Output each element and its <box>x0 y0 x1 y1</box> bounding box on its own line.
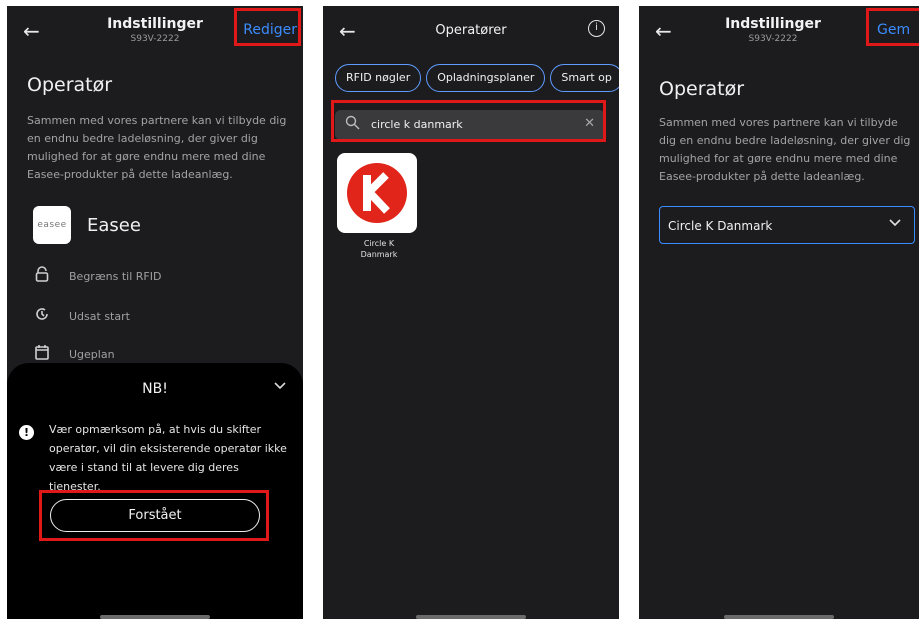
home-indicator <box>724 615 834 619</box>
calendar-icon <box>31 344 53 364</box>
home-indicator <box>100 615 210 619</box>
operator-tile-label: Circle K Danmark <box>331 238 427 260</box>
section-title: Operatør <box>27 74 113 96</box>
highlight-search-field <box>331 100 606 142</box>
feature-delayed-start: Udsat start <box>31 305 130 327</box>
filter-chips: RFID nøgler Opladningsplaner Smart op <box>335 64 619 92</box>
warning-bottom-sheet: NB! ! Vær opmærksom på, at hvis du skift… <box>7 363 303 619</box>
operator-tile-circle-k[interactable] <box>337 153 417 233</box>
header-title: Operatører <box>435 23 507 38</box>
chevron-down-icon[interactable] <box>273 379 287 395</box>
chip-smart[interactable]: Smart op <box>550 64 619 92</box>
chip-rfid-keys[interactable]: RFID nøgler <box>335 64 422 92</box>
highlight-save-button <box>866 8 919 46</box>
operator-name-line1: Circle K <box>363 239 395 248</box>
sheet-title: NB! <box>142 381 168 397</box>
header: ← Operatører i <box>323 6 619 56</box>
feature-weekly-schedule: Ugeplan <box>31 343 115 365</box>
chip-charging-plans[interactable]: Opladningsplaner <box>426 64 546 92</box>
section-description: Sammen med vores partnere kan vi tilbyde… <box>27 114 287 181</box>
phone-screen-settings: ← Indstillinger S93V-2222 Rediger Operat… <box>7 6 303 619</box>
section-description: Sammen med vores partnere kan vi tilbyde… <box>659 116 911 183</box>
rfid-lock-icon <box>31 266 53 286</box>
highlight-edit-button <box>234 8 301 46</box>
feature-label: Ugeplan <box>69 347 115 361</box>
feature-rfid: Begræns til RFID <box>31 265 161 287</box>
phone-screen-operators: ← Operatører i RFID nøgler Opladningsplan… <box>323 6 619 619</box>
chevron-down-icon <box>888 217 902 232</box>
feature-label: Udsat start <box>69 309 130 323</box>
operator-name: Easee <box>87 215 141 236</box>
warning-message: Vær opmærksom på, at hvis du skifter ope… <box>49 423 287 493</box>
operator-dropdown[interactable]: Circle K Danmark <box>659 206 915 244</box>
section-title: Operatør <box>659 78 745 100</box>
highlight-understood-button <box>39 490 269 541</box>
warning-icon: ! <box>19 425 34 440</box>
home-indicator <box>416 615 526 619</box>
phone-screen-settings-save: ← Indstillinger S93V-2222 Gem Operatør S… <box>639 6 919 619</box>
operator-name-line2: Danmark <box>360 250 398 259</box>
selected-operator: Circle K Danmark <box>668 219 773 233</box>
circle-k-logo-icon <box>347 163 407 223</box>
info-icon[interactable]: i <box>588 20 605 37</box>
feature-label: Begræns til RFID <box>69 269 162 283</box>
easee-logo: easee <box>33 206 71 244</box>
delayed-start-icon <box>31 306 53 326</box>
